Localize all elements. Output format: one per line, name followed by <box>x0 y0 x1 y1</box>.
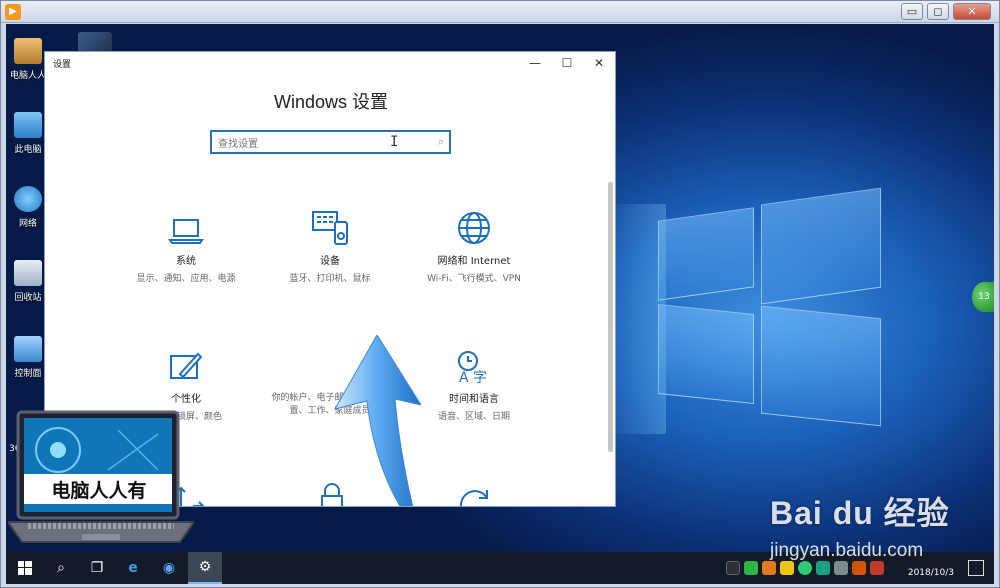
desktop-icon-label: 网络 <box>18 219 37 229</box>
tile-label: 网络和 Internet <box>437 256 511 267</box>
minimize-button[interactable]: — <box>519 52 551 74</box>
player-close-button[interactable]: ✕ <box>953 3 991 20</box>
desktop-icon-user[interactable]: 电脑人人 <box>8 38 48 81</box>
taskbar-date[interactable]: 2018/10/3 <box>908 568 954 578</box>
desktop-icon-this-pc[interactable]: 此电脑 <box>8 112 48 155</box>
player-maximize-button[interactable]: ◻ <box>927 3 949 20</box>
quicktime-icon: ◉ <box>162 560 176 576</box>
tray-icon[interactable] <box>852 561 866 575</box>
wallpaper-pane <box>658 207 754 301</box>
baidu-watermark: Bai du 经验 jingyan.baidu.com <box>770 488 950 561</box>
network-icon <box>14 186 42 212</box>
maximize-button[interactable]: ☐ <box>551 52 583 74</box>
channel-logo-text: 电脑人人有 <box>51 480 147 502</box>
desktop-icon-recycle-bin[interactable]: 回收站 <box>8 260 48 303</box>
player-app-icon: ▶ <box>5 4 21 20</box>
tray-icon[interactable] <box>870 561 884 575</box>
task-view-button[interactable]: ❐ <box>80 552 114 584</box>
tile-label: 时间和语言 <box>449 394 499 405</box>
desktop-icon-label: 电脑人人 <box>9 71 46 81</box>
start-button[interactable] <box>8 552 42 584</box>
devices-icon <box>255 208 405 246</box>
edge-icon: e <box>128 560 138 576</box>
page-title: Windows 设置 <box>273 92 389 112</box>
svg-text:字: 字 <box>473 370 487 384</box>
desktop-icon-label: 回收站 <box>14 293 42 303</box>
channel-logo: 电脑人人有 <box>6 410 196 550</box>
taskbar-quicktime[interactable]: ◉ <box>152 552 186 584</box>
tile-description: 蓝牙、打印机、鼠标 <box>289 274 371 284</box>
tile-label: 系统 <box>176 256 196 267</box>
watermark-url: jingyan.baidu.com <box>770 540 924 561</box>
watermark-main: Bai du 经验 <box>770 495 950 531</box>
tray-icon[interactable] <box>816 561 830 575</box>
tile-description: 语音、区域、日期 <box>437 412 510 422</box>
tray-icon[interactable] <box>726 561 740 575</box>
wallpaper-pane <box>761 187 881 305</box>
globe-icon <box>399 208 549 246</box>
desktop-icon-label: 控制面 <box>14 369 42 379</box>
desktop-icon-control-panel[interactable]: 控制面 <box>8 336 48 379</box>
tile-devices[interactable]: 设备 蓝牙、打印机、鼠标 <box>255 208 405 284</box>
taskbar-settings[interactable]: ⚙ <box>188 552 222 584</box>
taskbar-search-button[interactable]: ⌕ <box>44 552 78 584</box>
player-titlebar: ▶ ▭ ◻ ✕ <box>1 1 999 23</box>
task-view-icon: ❐ <box>90 560 104 576</box>
tile-description: Wi-Fi、飞行模式、VPN <box>427 274 521 284</box>
search-icon: ⌕ <box>57 560 65 576</box>
floating-widget[interactable]: 13 <box>972 282 994 312</box>
window-title: 设置 <box>53 60 72 70</box>
wallpaper-pane <box>761 305 881 427</box>
tile-description: 显示、通知、应用、电源 <box>136 274 236 284</box>
personalization-icon <box>111 346 261 384</box>
gear-icon: ⚙ <box>198 559 212 575</box>
desktop-icon-label: 此电脑 <box>14 145 42 155</box>
computer-icon <box>14 112 42 138</box>
close-button[interactable]: ✕ <box>583 52 615 74</box>
tray-icon[interactable] <box>762 561 776 575</box>
text-cursor-icon: I <box>390 134 399 150</box>
scrollbar[interactable] <box>608 182 613 452</box>
search-input[interactable] <box>212 134 412 155</box>
annotation-arrow-icon <box>333 335 421 506</box>
desktop-icon-network[interactable]: 网络 <box>8 186 48 229</box>
player-minimize-button[interactable]: ▭ <box>901 3 923 20</box>
tile-network-internet[interactable]: 网络和 Internet Wi-Fi、飞行模式、VPN <box>399 208 549 284</box>
tray-icon[interactable] <box>744 561 758 575</box>
laptop-icon <box>111 208 261 246</box>
search-icon[interactable]: ⌕ <box>438 135 444 149</box>
time-language-icon: A字 <box>399 346 549 384</box>
tile-label: 设备 <box>320 256 340 267</box>
tray-icon[interactable] <box>798 561 812 575</box>
control-panel-icon <box>14 336 42 362</box>
windows-logo-icon <box>18 561 32 575</box>
tile-system[interactable]: 系统 显示、通知、应用、电源 <box>111 208 261 284</box>
tray-icon[interactable] <box>834 561 848 575</box>
tile-label: 个性化 <box>171 394 201 405</box>
user-folder-icon <box>14 38 42 64</box>
svg-text:A: A <box>459 370 469 384</box>
recycle-bin-icon <box>14 260 42 286</box>
action-center-icon[interactable] <box>968 560 984 576</box>
taskbar-edge[interactable]: e <box>116 552 150 584</box>
wallpaper-pane <box>658 303 754 405</box>
update-security-icon[interactable] <box>457 484 493 506</box>
search-box[interactable]: ⌕ <box>210 130 451 155</box>
tray-icon[interactable] <box>780 561 794 575</box>
tile-time-language[interactable]: A字 时间和语言 语音、区域、日期 <box>399 346 549 422</box>
